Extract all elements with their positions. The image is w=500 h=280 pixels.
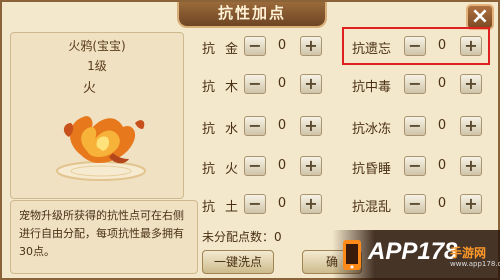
stat-value: 0 (277, 118, 287, 133)
decrease-button[interactable]: − (404, 116, 426, 136)
increase-button[interactable]: + (300, 156, 322, 176)
description-text: 宠物升级所获得的抗性点可在右侧进行自由分配，每项抗性最多拥有30点。 (10, 200, 198, 274)
stat-row-water: 抗水 − 0 + (202, 116, 332, 140)
stat-label: 抗木 (202, 80, 249, 95)
decrease-button[interactable]: − (244, 74, 266, 94)
watermark-subtitle: 手游网 (450, 246, 487, 260)
stat-value: 0 (277, 158, 287, 173)
decrease-button[interactable]: − (404, 36, 426, 56)
increase-button[interactable]: + (460, 156, 482, 176)
stat-row-wood: 抗木 − 0 + (202, 74, 332, 98)
game-screen: 抗性加点 × 火鸦(宝宝) 1级 火 宠物升级所获得的抗性点可在右侧进行自由分配… (0, 0, 500, 280)
stat-value: 0 (277, 76, 287, 91)
stat-label: 抗中毒 (352, 80, 392, 95)
stat-value: 0 (437, 118, 447, 133)
decrease-button[interactable]: − (404, 194, 426, 214)
pet-level: 1级 (87, 59, 107, 73)
stat-label: 抗金 (202, 42, 249, 57)
increase-button[interactable]: + (460, 36, 482, 56)
stat-row-earth: 抗土 − 0 + (202, 194, 332, 218)
stat-row-forget: 抗遗忘 − 0 + (352, 36, 487, 60)
pet-name: 火鸦(宝宝) (68, 39, 126, 53)
stat-row-chaos: 抗混乱 − 0 + (352, 194, 487, 218)
decrease-button[interactable]: − (244, 194, 266, 214)
stat-row-fire: 抗火 − 0 + (202, 156, 332, 180)
increase-button[interactable]: + (460, 194, 482, 214)
stat-label: 抗昏睡 (352, 162, 392, 177)
stat-row-sleep: 抗昏睡 − 0 + (352, 156, 487, 180)
window-title: 抗性加点 (177, 2, 327, 28)
pet-info-box: 火鸦(宝宝) 1级 火 (10, 32, 184, 199)
decrease-button[interactable]: − (244, 116, 266, 136)
decrease-button[interactable]: − (404, 156, 426, 176)
stat-label: 抗冰冻 (352, 122, 392, 137)
increase-button[interactable]: + (300, 194, 322, 214)
stat-value: 0 (437, 158, 447, 173)
stat-value: 0 (277, 38, 287, 53)
resistance-panel: 抗性加点 × 火鸦(宝宝) 1级 火 宠物升级所获得的抗性点可在右侧进行自由分配… (0, 0, 500, 280)
increase-button[interactable]: + (300, 36, 322, 56)
stat-label: 抗水 (202, 122, 249, 137)
watermark-logo-text: APP178 (368, 238, 458, 265)
decrease-button[interactable]: − (244, 36, 266, 56)
stat-label: 抗火 (202, 162, 249, 177)
reset-points-button[interactable]: 一键洗点 (202, 250, 274, 274)
watermark: APP178 手游网 www.app178.com (332, 230, 500, 280)
increase-button[interactable]: + (460, 74, 482, 94)
decrease-button[interactable]: − (404, 74, 426, 94)
unallocated-points: 未分配点数：0 (202, 230, 282, 244)
stat-value: 0 (277, 196, 287, 211)
stat-label: 抗土 (202, 200, 249, 215)
stat-row-metal: 抗金 − 0 + (202, 36, 332, 60)
stat-value: 0 (437, 76, 447, 91)
fire-bird-icon (56, 116, 146, 181)
increase-button[interactable]: + (300, 116, 322, 136)
stat-row-poison: 抗中毒 − 0 + (352, 74, 487, 98)
increase-button[interactable]: + (460, 116, 482, 136)
stat-value: 0 (437, 196, 447, 211)
stat-label: 抗遗忘 (352, 42, 392, 57)
stat-label: 抗混乱 (352, 200, 392, 215)
increase-button[interactable]: + (300, 74, 322, 94)
stat-value: 0 (437, 38, 447, 53)
watermark-url: www.app178.com (450, 260, 500, 268)
stat-row-freeze: 抗冰冻 − 0 + (352, 116, 487, 140)
phone-logo-icon (343, 240, 361, 270)
decrease-button[interactable]: − (244, 156, 266, 176)
